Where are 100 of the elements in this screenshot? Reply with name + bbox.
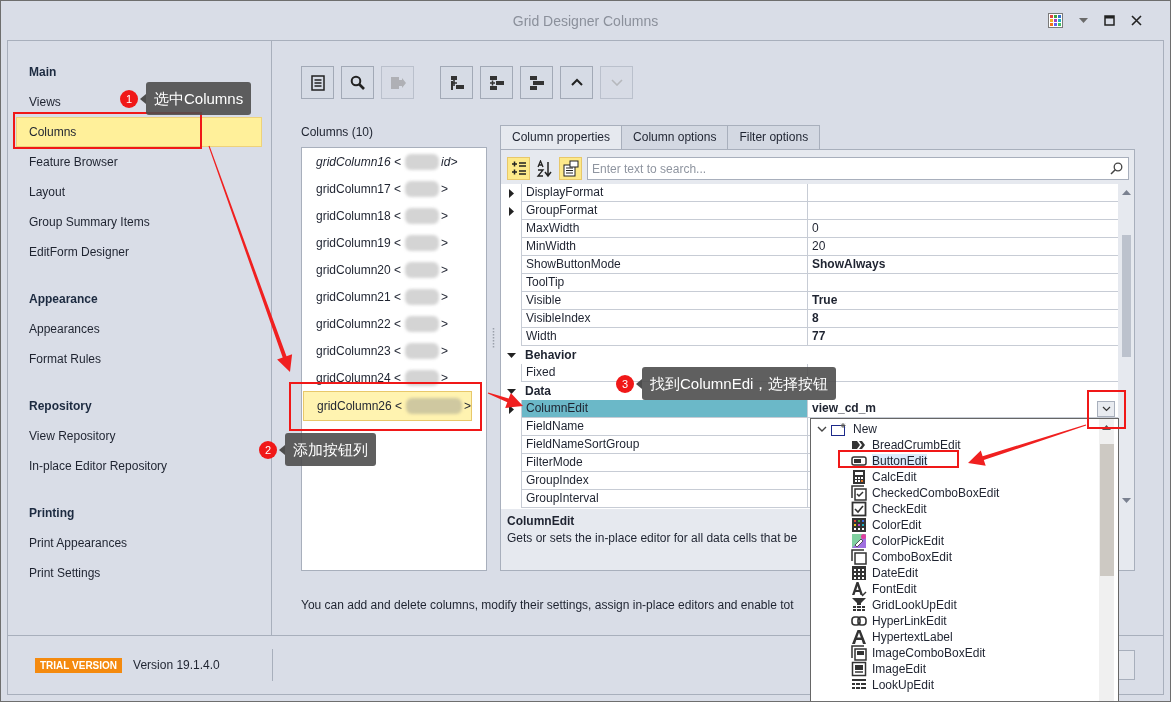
toolbar-button[interactable]	[301, 66, 334, 99]
calendar-icon	[851, 565, 867, 581]
nav-item[interactable]: Format Rules	[16, 344, 262, 374]
toolbar-button[interactable]	[440, 66, 473, 99]
property-name[interactable]: ToolTip	[521, 274, 807, 292]
column-item[interactable]: gridColumn17 < >	[302, 175, 486, 202]
property-value[interactable]: True	[807, 292, 1118, 310]
property-value[interactable]: 8	[807, 310, 1118, 328]
column-item[interactable]: gridColumn23 < >	[302, 337, 486, 364]
property-name[interactable]: MinWidth	[521, 238, 807, 256]
toolbar-button[interactable]	[341, 66, 374, 99]
column-caption-end: >	[441, 289, 449, 304]
highlight-frame	[1087, 390, 1126, 429]
scrollbar-thumb[interactable]	[1121, 235, 1131, 357]
property-name[interactable]: MaxWidth	[521, 220, 807, 238]
scrollbar-thumb[interactable]	[1099, 444, 1114, 576]
tree-item[interactable]: HypertextLabel	[811, 629, 1099, 645]
tree-item[interactable]: FontEdit	[811, 581, 1099, 597]
tree-item[interactable]: BreadCrumbEdit	[811, 437, 1099, 453]
property-name[interactable]: FilterMode	[521, 454, 807, 472]
property-name[interactable]: DisplayFormat	[521, 184, 807, 202]
column-item[interactable]: gridColumn24 < >	[302, 364, 486, 391]
property-name[interactable]: FieldName	[521, 418, 807, 436]
tree-item[interactable]: New	[853, 422, 877, 436]
column-item[interactable]: gridColumn19 < >	[302, 229, 486, 256]
description-text: Gets or sets the in-place editor for all data cells that be	[507, 531, 798, 545]
nav-item[interactable]: Feature Browser	[16, 147, 262, 177]
tree-item[interactable]: ImageComboBoxEdit	[811, 645, 1099, 661]
property-name[interactable]: GroupFormat	[521, 202, 807, 220]
property-name[interactable]: Width	[521, 328, 807, 346]
tree-item[interactable]: ComboBoxEdit	[811, 549, 1099, 565]
splitter-grip-icon	[492, 327, 495, 349]
nav-item[interactable]: Columns	[16, 117, 262, 147]
column-name: gridColumn20 <	[316, 262, 402, 277]
pointer-icon	[279, 444, 285, 455]
tree-item[interactable]: CheckedComboBoxEdit	[811, 485, 1099, 501]
tab[interactable]: Column properties	[500, 125, 623, 149]
tab[interactable]: Filter options	[727, 125, 821, 149]
column-name: gridColumn22 <	[316, 316, 402, 331]
property-name[interactable]: GroupIndex	[521, 472, 807, 490]
property-name[interactable]: Visible	[521, 292, 807, 310]
section-header: Main	[28, 64, 58, 81]
toolbar-button[interactable]	[480, 66, 513, 99]
column-item[interactable]: gridColumn20 < >	[302, 256, 486, 283]
callout-tooltip: 找到ColumnEdi，选择按钮	[642, 367, 837, 400]
column-item[interactable]: gridColumn22 < >	[302, 310, 486, 337]
nav-item[interactable]: In-place Editor Repository	[16, 451, 262, 481]
property-name[interactable]: FieldNameSortGroup	[521, 436, 807, 454]
property-name[interactable]: VisibleIndex	[521, 310, 807, 328]
column-name: gridColumn18 <	[316, 208, 402, 223]
search-field[interactable]: Enter text to search...	[587, 157, 1129, 180]
blur-mask	[405, 207, 440, 224]
property-name[interactable]: ColumnEdit	[521, 400, 807, 418]
tree-item[interactable]: LookUpEdit	[811, 677, 1099, 693]
nav-item[interactable]: EditForm Designer	[16, 237, 262, 267]
tab[interactable]: Column options	[621, 125, 729, 149]
column-caption-end: >	[441, 343, 449, 358]
tree-item[interactable]: ColorPickEdit	[811, 533, 1099, 549]
column-item[interactable]: gridColumn21 < >	[302, 283, 486, 310]
window-title: Grid Designer Columns	[512, 12, 659, 29]
section-header: Repository	[28, 398, 93, 415]
property-value[interactable]: 20	[807, 238, 1118, 256]
tree-item[interactable]: CheckEdit	[811, 501, 1099, 517]
column-item[interactable]: gridColumn16 < id>	[302, 148, 486, 175]
tree-item[interactable]: HyperLinkEdit	[811, 613, 1099, 629]
toolbar-button[interactable]	[520, 66, 553, 99]
tree-item[interactable]: ImageEdit	[811, 661, 1099, 677]
nav-item[interactable]: Layout	[16, 177, 262, 207]
value-cell[interactable]	[807, 184, 1118, 202]
scrollbar[interactable]	[1099, 419, 1114, 701]
tree-item[interactable]: ColorEdit	[811, 517, 1099, 533]
nav-item[interactable]: View Repository	[16, 421, 262, 451]
tree-item[interactable]: DateEdit	[811, 565, 1099, 581]
dropdown-button[interactable]	[1097, 401, 1115, 417]
property-value[interactable]: 0	[807, 220, 1118, 238]
nav-item[interactable]: Print Settings	[16, 558, 262, 588]
list-icon	[308, 73, 327, 92]
view-toggle-button[interactable]	[559, 157, 582, 180]
insert-column-icon	[487, 73, 506, 92]
nav-item[interactable]: Group Summary Items	[16, 207, 262, 237]
chevron-down-icon	[1101, 406, 1111, 412]
property-value[interactable]: ShowAlways	[807, 256, 1118, 274]
pointer-icon	[636, 378, 642, 389]
toolbar-button[interactable]	[560, 66, 593, 99]
column-item[interactable]: gridColumn26 < >	[303, 391, 472, 421]
list-label: Columns (10)	[301, 125, 375, 141]
property-name[interactable]: GroupInterval	[521, 490, 807, 508]
view-toggle-button[interactable]	[507, 157, 530, 180]
property-value[interactable]: 77	[807, 328, 1118, 346]
property-name[interactable]: ShowButtonMode	[521, 256, 807, 274]
column-name: gridColumn26 <	[317, 399, 403, 413]
nav-item[interactable]: Appearances	[16, 314, 262, 344]
tree-item[interactable]: GridLookUpEdit	[811, 597, 1099, 613]
value-cell[interactable]	[807, 202, 1118, 220]
column-item[interactable]: gridColumn18 < >	[302, 202, 486, 229]
tree-item[interactable]: CalcEdit	[811, 469, 1099, 485]
nav-item[interactable]: Print Appearances	[16, 528, 262, 558]
value-cell[interactable]	[807, 274, 1118, 292]
section-header: Printing	[28, 505, 76, 522]
version-text: Version 19.1.4.0	[133, 658, 220, 672]
